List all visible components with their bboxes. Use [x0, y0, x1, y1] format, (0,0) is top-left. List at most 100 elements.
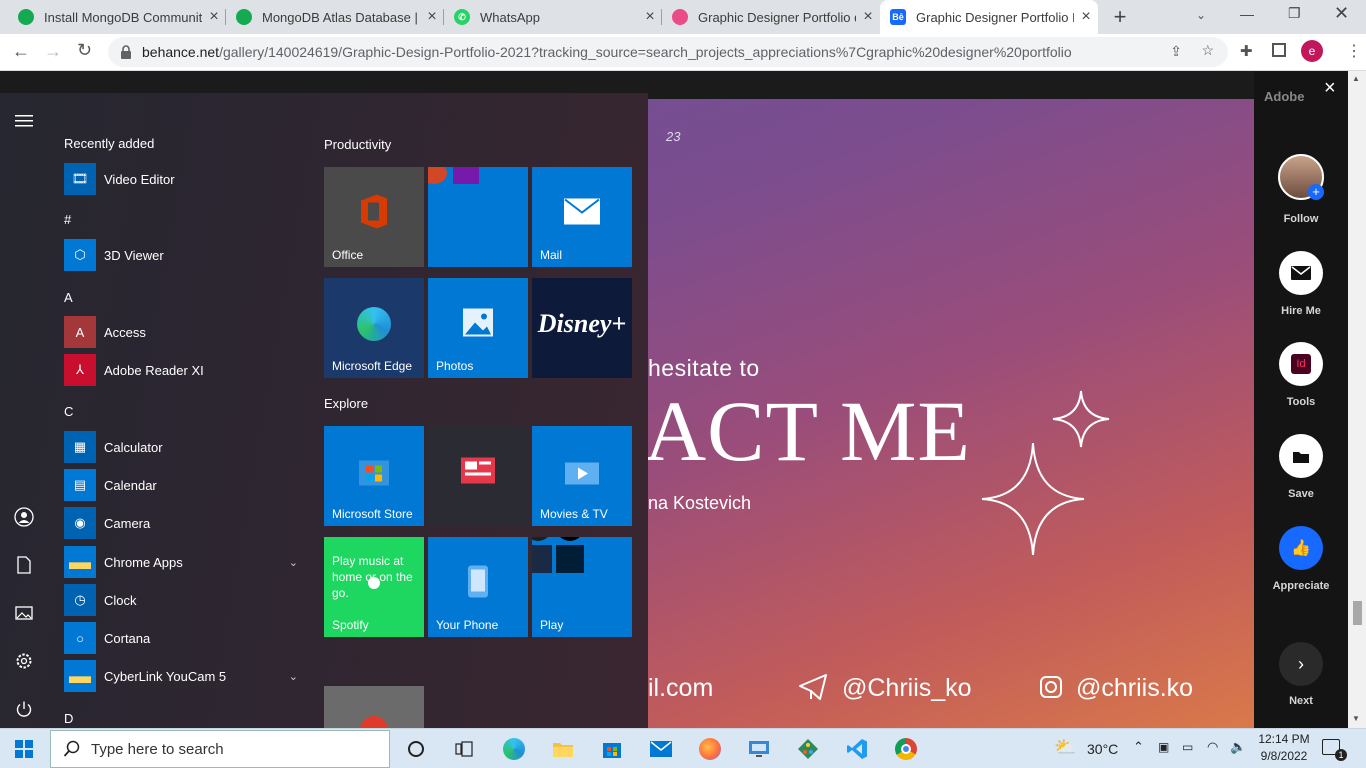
- hamburger-menu-icon[interactable]: [12, 109, 36, 133]
- side-panel-icon[interactable]: [1272, 43, 1286, 57]
- tile-office-apps[interactable]: [428, 167, 528, 267]
- app-label: Calculator: [104, 439, 163, 455]
- weather-temp[interactable]: 30°C: [1087, 741, 1118, 757]
- tab-close-icon[interactable]: ×: [202, 8, 226, 26]
- back-button[interactable]: ←: [12, 41, 30, 62]
- phone-icon: [468, 565, 488, 601]
- tile-games[interactable]: Play: [532, 537, 632, 637]
- edge-taskbar-icon[interactable]: [500, 735, 528, 763]
- wifi-icon[interactable]: ◠: [1207, 739, 1218, 755]
- tab-whatsapp[interactable]: ✆ WhatsApp ×: [444, 0, 662, 34]
- app-list-letter-header[interactable]: #: [64, 212, 71, 227]
- save-button[interactable]: [1279, 434, 1323, 478]
- user-account-icon[interactable]: [12, 505, 36, 529]
- clock-date[interactable]: 9/8/2022: [1258, 749, 1310, 763]
- app-list-item-chrome-apps[interactable]: ▬ Chrome Apps ⌄: [64, 546, 304, 578]
- app-list-item-clock[interactable]: ◷ Clock: [64, 584, 304, 616]
- pictures-icon[interactable]: [12, 601, 36, 625]
- remote-desktop-taskbar-icon[interactable]: [745, 735, 773, 763]
- app-list-item-video-editor[interactable]: 🎞 Video Editor: [64, 163, 304, 195]
- taskbar-search-box[interactable]: Type here to search: [50, 730, 390, 768]
- expand-chevron-down-icon[interactable]: ⌄: [289, 556, 298, 569]
- tile-mail[interactable]: Mail: [532, 167, 632, 267]
- tab-mongodb-atlas[interactable]: MongoDB Atlas Database | M ×: [226, 0, 444, 34]
- expand-chevron-down-icon[interactable]: ⌄: [289, 670, 298, 683]
- tray-chevron-up-icon[interactable]: ⌃: [1133, 739, 1144, 755]
- meet-now-icon[interactable]: ▣: [1158, 740, 1169, 754]
- tile-office[interactable]: Office: [324, 167, 424, 267]
- app-list-item-access[interactable]: A Access: [64, 316, 304, 348]
- tile-photos[interactable]: Photos: [428, 278, 528, 378]
- app-list-item-calculator[interactable]: ▦ Calculator: [64, 431, 304, 463]
- scroll-up-icon[interactable]: ▲: [1352, 74, 1360, 83]
- app-list-item-camera[interactable]: ◉ Camera: [64, 507, 304, 539]
- new-tab-button[interactable]: +: [1108, 5, 1132, 29]
- tab-dribbble[interactable]: Graphic Designer Portfolio d ×: [662, 0, 880, 34]
- clock-time[interactable]: 12:14 PM: [1258, 732, 1310, 746]
- tile-spotify[interactable]: Play music at home or on the go. Spotify: [324, 537, 424, 637]
- browser-menu-icon[interactable]: ⋮: [1346, 41, 1362, 61]
- app-list-item-adobe-reader-xi[interactable]: ⅄ Adobe Reader XI: [64, 354, 304, 386]
- tile-store[interactable]: Microsoft Store: [324, 426, 424, 526]
- weather-icon[interactable]: ⛅: [1054, 737, 1076, 758]
- tile-label: Play: [540, 618, 564, 632]
- tab-behance-active[interactable]: Bē Graphic Designer Portfolio P ×: [880, 0, 1098, 34]
- hire-me-label: Hire Me: [1281, 305, 1321, 317]
- documents-icon[interactable]: [12, 553, 36, 577]
- next-project-button[interactable]: ›: [1279, 642, 1323, 686]
- mail-taskbar-icon[interactable]: [647, 735, 675, 763]
- volume-icon[interactable]: 🔈: [1230, 739, 1246, 755]
- tile-phone[interactable]: Your Phone: [428, 537, 528, 637]
- share-icon[interactable]: ⇪: [1170, 43, 1182, 60]
- scrollbar-thumb[interactable]: [1353, 601, 1362, 625]
- cortana-circle-icon[interactable]: [402, 735, 430, 763]
- tile-movies[interactable]: Movies & TV: [532, 426, 632, 526]
- app-list-item-3d-viewer[interactable]: ⬡ 3D Viewer: [64, 239, 304, 271]
- chrome-taskbar-icon[interactable]: [892, 735, 920, 763]
- follow-label[interactable]: Follow: [1254, 213, 1348, 225]
- app-list-item-cortana[interactable]: ○ Cortana: [64, 622, 304, 654]
- app-list-item-calendar[interactable]: ▤ Calendar: [64, 469, 304, 501]
- forward-button[interactable]: →: [44, 41, 62, 62]
- close-window-button[interactable]: ✕: [1334, 3, 1349, 24]
- tab-close-icon[interactable]: ×: [1074, 8, 1098, 26]
- partial-tile[interactable]: [324, 686, 424, 728]
- firefox-taskbar-icon[interactable]: [696, 735, 724, 763]
- app-list-item-cyberlink-youcam-5[interactable]: ▬ CyberLink YouCam 5 ⌄: [64, 660, 304, 692]
- tab-close-icon[interactable]: ×: [638, 8, 662, 26]
- tile-edge[interactable]: Microsoft Edge: [324, 278, 424, 378]
- hire-me-button[interactable]: [1279, 251, 1323, 295]
- app-list-letter-header[interactable]: C: [64, 404, 73, 419]
- extensions-puzzle-icon[interactable]: ✚: [1240, 42, 1253, 60]
- tools-button[interactable]: Id: [1279, 342, 1323, 386]
- profile-avatar[interactable]: e: [1301, 40, 1323, 62]
- git-client-taskbar-icon[interactable]: [794, 735, 822, 763]
- microsoft-store-taskbar-icon[interactable]: [598, 735, 626, 763]
- minimize-button[interactable]: —: [1240, 6, 1254, 22]
- tile-disney-plus[interactable]: Disney+: [532, 278, 632, 378]
- app-list-letter-header[interactable]: D: [64, 711, 73, 726]
- task-view-icon[interactable]: [450, 735, 478, 763]
- close-project-button[interactable]: ×: [1324, 77, 1336, 100]
- bookmark-star-icon[interactable]: ☆: [1201, 42, 1214, 59]
- file-explorer-icon[interactable]: [549, 735, 577, 763]
- app-list-letter-header[interactable]: A: [64, 290, 73, 305]
- page-scrollbar[interactable]: ▲ ▼: [1348, 71, 1366, 728]
- appreciate-button[interactable]: 👍: [1279, 526, 1323, 570]
- tab-title: MongoDB Atlas Database | M: [262, 9, 420, 25]
- tab-close-icon[interactable]: ×: [856, 8, 880, 26]
- tab-install-mongodb[interactable]: Install MongoDB Community ×: [8, 0, 226, 34]
- vscode-taskbar-icon[interactable]: [843, 735, 871, 763]
- power-icon[interactable]: [12, 697, 36, 721]
- restore-button[interactable]: ❐: [1288, 5, 1301, 22]
- scroll-down-icon[interactable]: ▼: [1352, 714, 1360, 723]
- tab-search-chevron-icon[interactable]: ⌄: [1196, 8, 1206, 22]
- reload-button[interactable]: ↻: [77, 40, 92, 61]
- battery-icon[interactable]: ▭: [1182, 740, 1193, 754]
- address-bar[interactable]: behance.net/gallery/140024619/Graphic-De…: [108, 37, 1228, 67]
- settings-gear-icon[interactable]: [12, 649, 36, 673]
- tab-close-icon[interactable]: ×: [420, 8, 444, 26]
- windows-start-button[interactable]: [10, 735, 38, 763]
- follow-plus-icon[interactable]: +: [1308, 184, 1324, 200]
- tile-news[interactable]: [428, 426, 528, 526]
